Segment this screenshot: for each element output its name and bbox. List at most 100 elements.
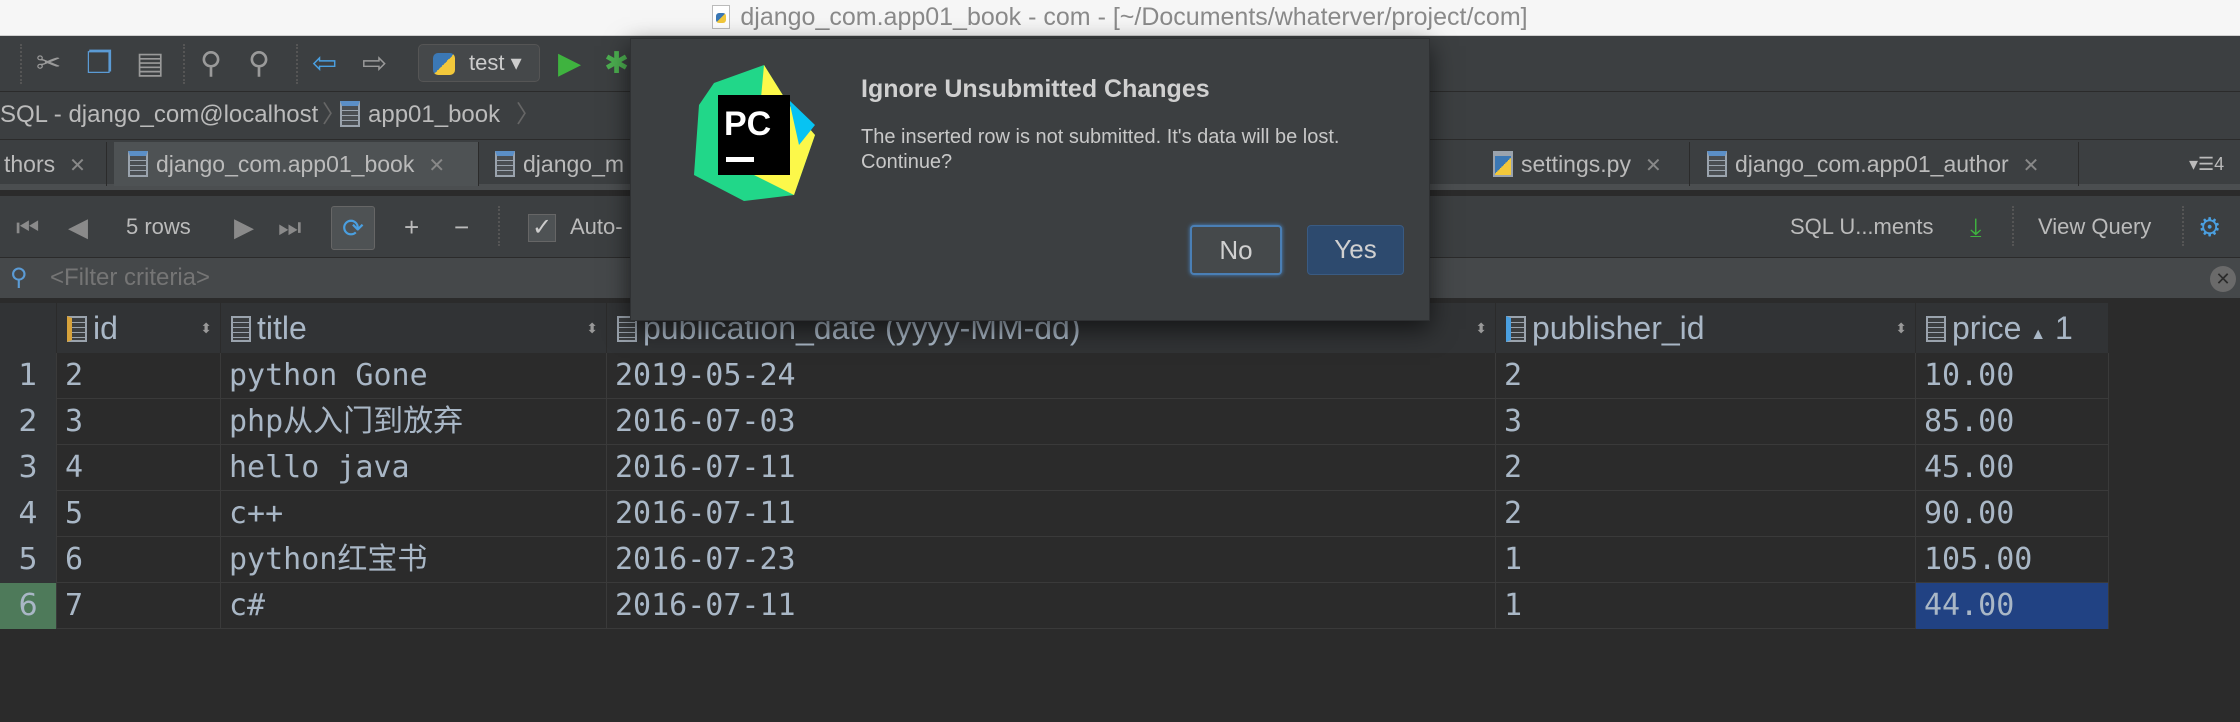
cell-date[interactable]: 2016-07-03 xyxy=(607,399,1496,445)
cut-icon[interactable]: ✂ xyxy=(36,46,61,82)
cell-date[interactable]: 2019-05-24 xyxy=(607,353,1496,399)
sort-icon[interactable]: ⬍ xyxy=(586,303,598,353)
tab-django-migrations[interactable]: django_m xyxy=(481,142,641,186)
sort-order: 1 xyxy=(2054,310,2073,346)
column-header-publisher-id[interactable]: publisher_id ⬍ xyxy=(1496,303,1916,353)
separator xyxy=(2182,206,2184,246)
separator xyxy=(296,44,298,84)
run-configuration-select[interactable]: test ▾ xyxy=(418,44,540,82)
cell-publisher_id[interactable]: 2 xyxy=(1496,353,1916,399)
table-row[interactable]: 6 7 c# 2016-07-11 1 44.00 xyxy=(0,583,2109,629)
export-icon[interactable]: ⤓ xyxy=(1970,210,1982,244)
tab-label: django_m xyxy=(523,151,625,177)
replace-icon[interactable]: ⚲ xyxy=(248,46,270,82)
tabs-overflow-button[interactable]: ▾☰4 xyxy=(2185,142,2240,186)
run-icon[interactable]: ▶ xyxy=(558,46,581,82)
sort-icon[interactable]: ⬍ xyxy=(1475,303,1487,353)
cell-title[interactable]: php从入门到放弃 xyxy=(221,399,607,445)
column-icon xyxy=(231,316,251,342)
yes-button[interactable]: Yes xyxy=(1307,225,1404,275)
cell-id[interactable]: 3 xyxy=(57,399,221,445)
row-count: 5 rows xyxy=(126,214,191,239)
cell-date[interactable]: 2016-07-11 xyxy=(607,445,1496,491)
dialog-title: Ignore Unsubmitted Changes xyxy=(861,75,1210,103)
tab-label: settings.py xyxy=(1521,151,1631,177)
cell-price[interactable]: 10.00 xyxy=(1916,353,2109,399)
auto-commit-checkbox[interactable]: ✓ xyxy=(528,214,556,242)
cell-date[interactable]: 2016-07-11 xyxy=(607,583,1496,629)
cell-id[interactable]: 2 xyxy=(57,353,221,399)
sql-documents-button[interactable]: SQL U...ments xyxy=(1790,210,1933,244)
table-icon xyxy=(495,151,515,177)
cell-title[interactable]: c++ xyxy=(221,491,607,537)
tab-authors[interactable]: thors ✕ xyxy=(0,142,107,186)
refresh-icon[interactable]: ⟳ xyxy=(331,206,375,250)
cell-price[interactable]: 44.00 xyxy=(1916,583,2109,629)
cell-date[interactable]: 2016-07-11 xyxy=(607,491,1496,537)
column-header-id[interactable]: id ⬍ xyxy=(57,303,221,353)
table-row[interactable]: 5 6 python红宝书 2016-07-23 1 105.00 xyxy=(0,537,2109,583)
cell-id[interactable]: 5 xyxy=(57,491,221,537)
next-page-icon[interactable]: ▶ xyxy=(234,210,254,244)
gear-icon[interactable]: ⚙ xyxy=(2198,210,2221,244)
auto-commit-label: Auto- xyxy=(570,214,623,239)
table-row[interactable]: 4 5 c++ 2016-07-11 2 90.00 xyxy=(0,491,2109,537)
find-icon[interactable]: ⚲ xyxy=(200,46,222,82)
foreign-key-icon xyxy=(1506,316,1526,342)
sort-icon[interactable]: ⬍ xyxy=(1895,303,1907,353)
cell-id[interactable]: 7 xyxy=(57,583,221,629)
cell-id[interactable]: 4 xyxy=(57,445,221,491)
cell-price[interactable]: 90.00 xyxy=(1916,491,2109,537)
breadcrumb-item-table[interactable]: app01_book xyxy=(340,92,500,138)
view-query-button[interactable]: View Query xyxy=(2038,210,2151,244)
cell-publisher_id[interactable]: 1 xyxy=(1496,537,1916,583)
filter-search-icon[interactable]: ⚲ xyxy=(10,258,28,298)
cell-publisher_id[interactable]: 2 xyxy=(1496,491,1916,537)
previous-page-icon[interactable]: ◀ xyxy=(68,210,88,244)
close-icon[interactable]: ✕ xyxy=(428,155,445,177)
cell-publisher_id[interactable]: 3 xyxy=(1496,399,1916,445)
last-page-icon[interactable]: ⏭ xyxy=(278,210,301,244)
sort-ascending-icon: ▲ xyxy=(2030,326,2047,343)
paste-icon[interactable]: ▤ xyxy=(136,46,164,82)
cell-title[interactable]: hello java xyxy=(221,445,607,491)
cell-publisher_id[interactable]: 2 xyxy=(1496,445,1916,491)
first-page-icon[interactable]: ⏮ xyxy=(16,210,39,244)
table-row[interactable]: 3 4 hello java 2016-07-11 2 45.00 xyxy=(0,445,2109,491)
cell-title[interactable]: python红宝书 xyxy=(221,537,607,583)
delete-row-icon[interactable]: − xyxy=(454,210,469,244)
cell-price[interactable]: 45.00 xyxy=(1916,445,2109,491)
cell-id[interactable]: 6 xyxy=(57,537,221,583)
close-icon[interactable]: ✕ xyxy=(1645,155,1662,177)
column-header-title[interactable]: title ⬍ xyxy=(221,303,607,353)
cell-publisher_id[interactable]: 1 xyxy=(1496,583,1916,629)
debug-icon[interactable]: ✱ xyxy=(604,46,629,82)
tab-label: django_com.app01_author xyxy=(1735,151,2009,177)
table-icon xyxy=(128,151,148,177)
clear-filter-icon[interactable]: ✕ xyxy=(2210,266,2236,292)
python-file-icon xyxy=(712,5,731,29)
no-button[interactable]: No xyxy=(1190,225,1282,275)
cell-title[interactable]: python Gone xyxy=(221,353,607,399)
back-icon[interactable]: ⇦ xyxy=(312,46,337,82)
table-row[interactable]: 1 2 python Gone 2019-05-24 2 10.00 xyxy=(0,353,2109,399)
sort-icon[interactable]: ⬍ xyxy=(200,303,212,353)
column-header-price[interactable]: price ▲ 1 xyxy=(1916,303,2109,353)
tab-app01-book[interactable]: django_com.app01_book ✕ xyxy=(114,142,479,186)
tab-app01-author[interactable]: django_com.app01_author ✕ xyxy=(1693,142,2079,186)
cell-price[interactable]: 105.00 xyxy=(1916,537,2109,583)
add-row-icon[interactable]: + xyxy=(404,210,419,244)
cell-title[interactable]: c# xyxy=(221,583,607,629)
forward-icon[interactable]: ⇨ xyxy=(362,46,387,82)
cell-date[interactable]: 2016-07-23 xyxy=(607,537,1496,583)
table-row[interactable]: 2 3 php从入门到放弃 2016-07-03 3 85.00 xyxy=(0,399,2109,445)
python-file-icon xyxy=(1493,151,1513,177)
copy-icon[interactable]: ❐ xyxy=(86,46,113,82)
column-label: publisher_id xyxy=(1532,310,1705,346)
breadcrumb-item-datasource[interactable]: SQL - django_com@localhost xyxy=(0,92,318,138)
row-number: 3 xyxy=(0,445,57,491)
close-icon[interactable]: ✕ xyxy=(69,155,86,177)
close-icon[interactable]: ✕ xyxy=(2023,155,2040,177)
cell-price[interactable]: 85.00 xyxy=(1916,399,2109,445)
tab-settings-py[interactable]: settings.py ✕ xyxy=(1479,142,1690,186)
